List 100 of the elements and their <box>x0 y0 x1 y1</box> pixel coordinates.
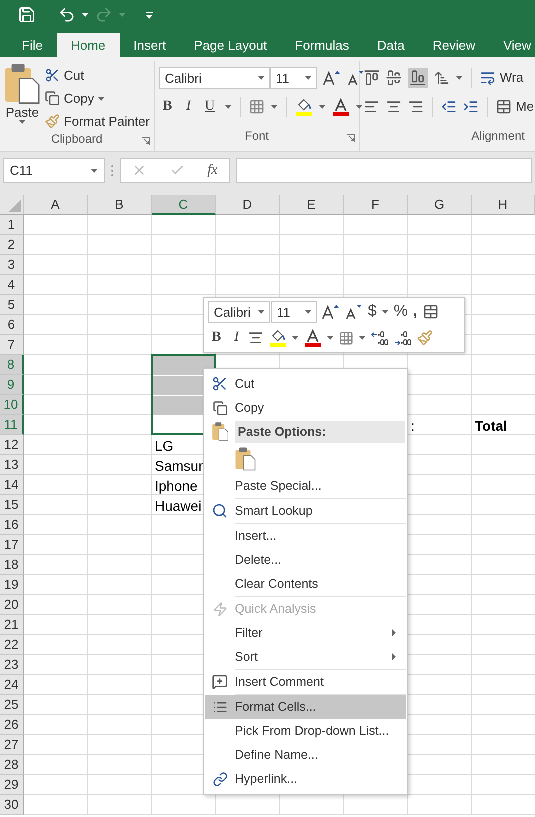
row-header[interactable]: 18 <box>0 555 24 575</box>
ribbon-tab[interactable]: Formulas <box>281 33 364 57</box>
formula-input[interactable] <box>236 158 532 183</box>
increase-indent-icon[interactable] <box>463 98 479 114</box>
ribbon-tab[interactable]: Page Layout <box>180 33 282 57</box>
row-header[interactable]: 20 <box>0 595 24 615</box>
caret-icon[interactable] <box>91 168 98 172</box>
row-header[interactable]: 12 <box>0 435 24 455</box>
borders-icon[interactable] <box>339 330 354 346</box>
ribbon-tab[interactable]: Home <box>56 33 120 57</box>
name-box[interactable]: C11 <box>3 158 105 183</box>
ribbon-tab[interactable]: Insert <box>120 33 180 57</box>
column-header[interactable]: F <box>344 195 408 215</box>
font-size-dropdown[interactable]: 11 <box>270 67 317 89</box>
caret-icon[interactable] <box>327 336 334 340</box>
format-painter-button[interactable]: Format Painter <box>45 111 150 132</box>
undo-icon[interactable] <box>58 6 76 24</box>
menu-item[interactable]: Paste Special... <box>205 474 406 498</box>
caret-icon[interactable] <box>305 76 312 80</box>
increase-decimal-icon[interactable] <box>371 330 390 346</box>
column-header[interactable]: D <box>216 195 280 215</box>
comma-button[interactable]: , <box>413 303 418 321</box>
top-align-icon[interactable] <box>364 70 380 86</box>
caret-icon[interactable] <box>271 105 278 109</box>
row-header[interactable]: 5 <box>0 295 24 315</box>
menu-item[interactable]: Delete... <box>205 548 406 572</box>
copy-button[interactable]: Copy <box>45 88 150 109</box>
row-header[interactable]: 27 <box>0 735 24 755</box>
row-header[interactable]: 30 <box>0 795 24 815</box>
menu-item[interactable]: Copy <box>205 396 406 420</box>
row-header[interactable]: 10 <box>0 395 24 415</box>
ribbon-tab[interactable]: Data <box>363 33 419 57</box>
row-header[interactable]: 26 <box>0 715 24 735</box>
align-left-icon[interactable] <box>364 98 380 114</box>
decrease-indent-icon[interactable] <box>441 98 457 114</box>
menu-item[interactable]: Hyperlink... <box>205 767 406 791</box>
caret-icon[interactable] <box>356 105 364 109</box>
caret-icon[interactable] <box>305 310 312 314</box>
row-header[interactable]: 7 <box>0 335 24 355</box>
row-header[interactable]: 15 <box>0 495 24 515</box>
row-header[interactable]: 19 <box>0 575 24 595</box>
middle-align-icon[interactable] <box>386 70 402 86</box>
caret-icon[interactable] <box>19 120 26 124</box>
dialog-launcher-icon[interactable] <box>347 134 355 142</box>
row-header[interactable]: 23 <box>0 655 24 675</box>
grow-font-icon[interactable] <box>323 70 341 86</box>
caret-icon[interactable] <box>258 76 265 80</box>
grid-cell[interactable]: : <box>409 416 472 435</box>
row-header[interactable]: 3 <box>0 255 24 275</box>
row-header[interactable]: 17 <box>0 535 24 555</box>
save-icon[interactable] <box>18 6 36 24</box>
wrap-text-button[interactable]: Wra <box>480 67 524 88</box>
column-header[interactable]: A <box>24 195 88 215</box>
caret-icon[interactable] <box>359 336 366 340</box>
ribbon-tab[interactable]: File <box>8 33 57 57</box>
menu-item[interactable]: Filter <box>205 621 406 645</box>
row-header[interactable]: 14 <box>0 475 24 495</box>
paste-button[interactable]: Paste <box>4 61 42 132</box>
align-center-icon[interactable] <box>248 330 264 346</box>
row-header[interactable]: 11 <box>0 415 24 435</box>
row-header[interactable]: 28 <box>0 755 24 775</box>
shrink-font-icon[interactable] <box>347 70 365 86</box>
caret-icon[interactable] <box>292 336 300 340</box>
caret-icon[interactable] <box>456 76 463 80</box>
row-header[interactable]: 1 <box>0 215 24 235</box>
column-header[interactable]: H <box>472 195 535 215</box>
row-header[interactable]: 8 <box>0 355 24 375</box>
font-name-dropdown[interactable]: Calibri <box>159 67 270 89</box>
row-header[interactable]: 13 <box>0 455 24 475</box>
borders-icon[interactable] <box>249 99 266 115</box>
align-center-icon[interactable] <box>386 98 402 114</box>
menu-item[interactable]: Insert Comment <box>205 670 406 694</box>
row-header[interactable]: 25 <box>0 695 24 715</box>
row-header[interactable]: 21 <box>0 615 24 635</box>
percent-button[interactable]: % <box>394 303 408 321</box>
font-color-icon[interactable] <box>332 98 350 116</box>
row-header[interactable]: 2 <box>0 235 24 255</box>
cut-button[interactable]: Cut <box>45 65 150 86</box>
row-header[interactable]: 29 <box>0 775 24 795</box>
caret-icon[interactable] <box>98 96 106 100</box>
ribbon-tab[interactable]: View <box>489 33 535 57</box>
menu-item[interactable]: Format Cells... <box>205 695 406 719</box>
row-header[interactable]: 24 <box>0 675 24 695</box>
row-header[interactable]: 22 <box>0 635 24 655</box>
column-header[interactable]: C <box>152 195 216 215</box>
bold-button[interactable]: B <box>159 99 176 115</box>
merge-icon[interactable] <box>422 304 439 320</box>
row-header[interactable]: 4 <box>0 275 24 295</box>
insert-function-button[interactable]: fx <box>208 162 218 178</box>
shrink-font-icon[interactable] <box>345 304 363 320</box>
caret-icon[interactable] <box>382 310 389 314</box>
bold-button[interactable]: B <box>208 330 226 346</box>
orientation-icon[interactable] <box>434 70 450 86</box>
italic-button[interactable]: I <box>182 99 196 115</box>
row-header[interactable]: 9 <box>0 375 24 395</box>
column-header[interactable]: B <box>88 195 152 215</box>
font-color-icon[interactable] <box>304 329 322 347</box>
menu-item[interactable]: Pick From Drop-down List... <box>205 719 406 743</box>
fill-color-icon[interactable] <box>295 98 314 116</box>
align-right-icon[interactable] <box>408 98 424 114</box>
